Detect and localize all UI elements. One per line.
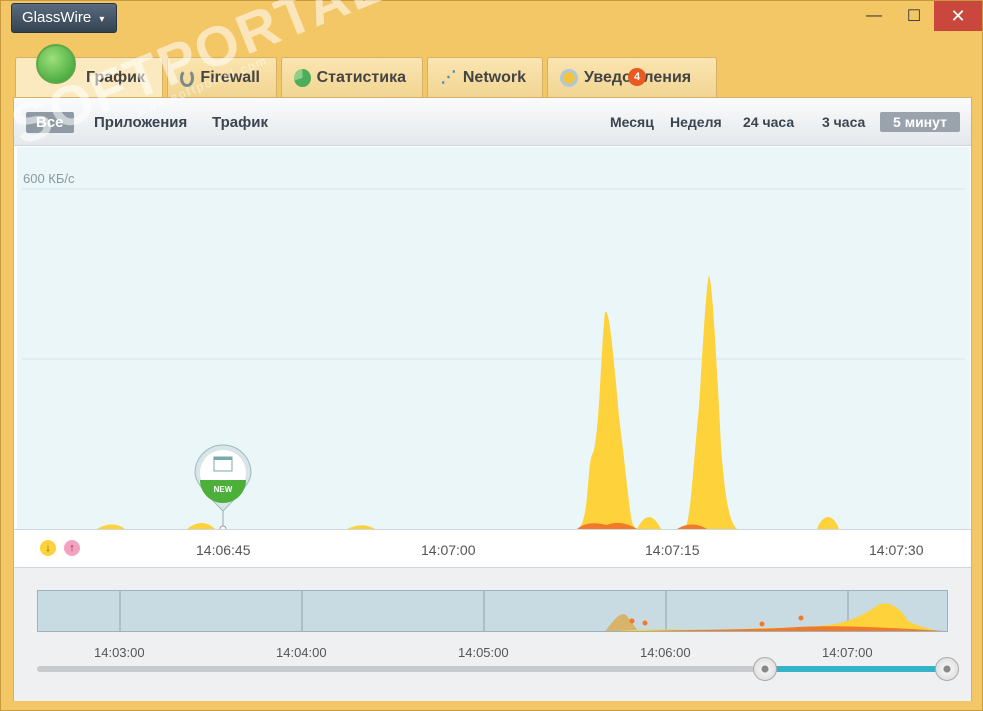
tab-alerts[interactable]: Уведомления 4	[547, 57, 717, 97]
range-month[interactable]: Месяц	[602, 112, 662, 132]
tab-label: Network	[462, 68, 526, 86]
app-title: GlassWire	[22, 9, 92, 26]
range-5min[interactable]: 5 минут	[880, 112, 960, 132]
close-button[interactable]: ✕	[934, 1, 982, 31]
time-axis: ↓ ↑ 14:06:45 14:07:00 14:07:15 14:07:30	[14, 529, 971, 567]
time-label: 14:06:45	[196, 542, 251, 558]
minimize-button[interactable]: —	[854, 1, 894, 31]
overview-time-label: 14:03:00	[94, 645, 145, 660]
slider-handle-right[interactable]	[935, 657, 959, 681]
upload-legend-icon: ↑	[64, 540, 80, 556]
firewall-icon	[180, 68, 195, 87]
slider-selection	[765, 666, 947, 672]
new-marker-label: NEW	[214, 485, 233, 494]
overview-time-label: 14:07:00	[822, 645, 873, 660]
graph-toolbar: Все Приложения Трафик Месяц Неделя 24 ча…	[14, 98, 971, 146]
tab-label: Статистика	[316, 68, 406, 86]
download-area	[817, 517, 839, 529]
tab-firewall[interactable]: Firewall	[167, 57, 277, 97]
timeline-slider[interactable]	[37, 657, 959, 681]
range-3h[interactable]: 3 часа	[814, 112, 873, 132]
filter-apps[interactable]: Приложения	[94, 114, 187, 131]
graph-panel: Все Приложения Трафик Месяц Неделя 24 ча…	[13, 97, 972, 701]
overview-time-label: 14:04:00	[276, 645, 327, 660]
network-icon: ⋰	[440, 68, 457, 86]
download-legend-icon: ↓	[40, 540, 56, 556]
slider-handle-left[interactable]	[753, 657, 777, 681]
tab-network[interactable]: ⋰ Network	[427, 57, 543, 97]
overview-plot[interactable]	[37, 590, 948, 632]
download-peak	[577, 311, 639, 529]
download-area	[637, 517, 661, 529]
chevron-down-icon: ▾	[99, 14, 105, 25]
stats-icon	[294, 68, 311, 87]
range-24h[interactable]: 24 часа	[735, 112, 802, 132]
time-label: 14:07:15	[645, 542, 700, 558]
overview-svg	[119, 591, 944, 631]
time-label: 14:07:00	[421, 542, 476, 558]
graph-icon	[36, 44, 76, 84]
alerts-count-badge: 4	[628, 68, 646, 86]
range-week[interactable]: Неделя	[662, 112, 730, 132]
glasswire-window: GlassWire ▾ — ☐ ✕ График Firewall Статис…	[0, 0, 983, 711]
tab-graph[interactable]: График	[15, 44, 163, 97]
window-controls: — ☐ ✕	[854, 1, 982, 31]
main-tabs: График Firewall Статистика ⋰ Network Уве…	[15, 44, 721, 97]
tab-label: График	[86, 68, 145, 86]
traffic-graph[interactable]: 600 КБ/с NEW	[17, 147, 970, 533]
alerts-icon	[560, 68, 578, 87]
filter-traffic[interactable]: Трафик	[212, 114, 268, 131]
tab-label: Firewall	[200, 68, 260, 86]
traffic-graph-svg: 600 КБ/с NEW	[22, 171, 965, 533]
overview-time-label: 14:05:00	[458, 645, 509, 660]
overview-timeline: 14:03:00 14:04:00 14:05:00 14:06:00 14:0…	[14, 567, 971, 701]
y-axis-label: 600 КБ/с	[23, 171, 75, 186]
maximize-button[interactable]: ☐	[894, 1, 934, 31]
download-peak	[685, 275, 737, 529]
tab-statistics[interactable]: Статистика	[281, 57, 423, 97]
app-menu-button[interactable]: GlassWire ▾	[11, 3, 117, 33]
filter-all[interactable]: Все	[26, 112, 74, 133]
overview-time-label: 14:06:00	[640, 645, 691, 660]
new-app-marker[interactable]: NEW	[194, 444, 252, 533]
time-label: 14:07:30	[869, 542, 924, 558]
